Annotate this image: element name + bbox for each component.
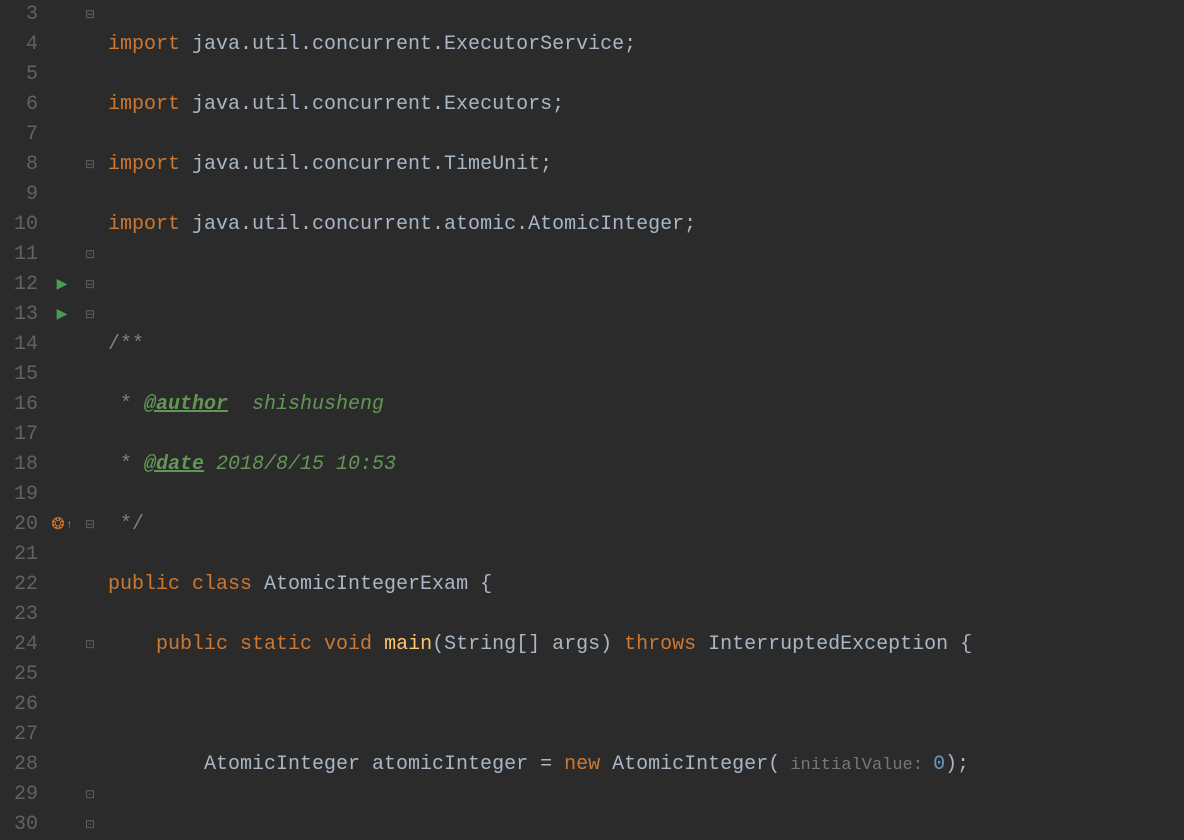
code-area[interactable]: import java.util.concurrent.ExecutorServ… (100, 0, 972, 840)
line-number: 21 (0, 540, 44, 570)
code-editor[interactable]: 3 4 5 6 7 8 9 10 11 12 13 14 15 16 17 18… (0, 0, 1184, 840)
fold-icon[interactable]: ⊡ (85, 240, 95, 270)
code-line[interactable] (108, 270, 972, 300)
fold-icon[interactable]: ⊟ (85, 270, 95, 300)
recursive-icon: ↑ (66, 510, 73, 540)
line-number: 28 (0, 750, 44, 780)
code-line[interactable]: /** (108, 330, 972, 360)
parameter-hint: initialValue: (780, 756, 933, 775)
run-icon[interactable]: ▶ (57, 270, 68, 300)
code-line[interactable]: import java.util.concurrent.atomic.Atomi… (108, 210, 972, 240)
line-number: 24 (0, 630, 44, 660)
line-number: 27 (0, 720, 44, 750)
fold-icon[interactable]: ⊡ (85, 810, 95, 840)
line-number: 18 (0, 450, 44, 480)
line-number: 20 (0, 510, 44, 540)
line-number: 23 (0, 600, 44, 630)
fold-icon[interactable]: ⊡ (85, 630, 95, 660)
line-number: 8 (0, 150, 44, 180)
code-line[interactable]: public class AtomicIntegerExam { (108, 570, 972, 600)
line-number: 16 (0, 390, 44, 420)
fold-icon[interactable]: ⊡ (85, 780, 95, 810)
line-number: 19 (0, 480, 44, 510)
line-number: 22 (0, 570, 44, 600)
code-line[interactable]: AtomicInteger atomicInteger = new Atomic… (108, 750, 972, 780)
line-number: 14 (0, 330, 44, 360)
fold-icon[interactable]: ⊟ (85, 0, 95, 30)
gutter-icons: ▶ ▶ ❂↑ (44, 0, 80, 840)
line-number: 26 (0, 690, 44, 720)
code-line[interactable]: import java.util.concurrent.TimeUnit; (108, 150, 972, 180)
line-number: 15 (0, 360, 44, 390)
line-number: 11 (0, 240, 44, 270)
line-number: 30 (0, 810, 44, 840)
code-line[interactable]: * @author shishusheng (108, 390, 972, 420)
code-line[interactable]: * @date 2018/8/15 10:53 (108, 450, 972, 480)
code-line[interactable] (108, 810, 972, 840)
line-number: 3 (0, 0, 44, 30)
line-number: 13 (0, 300, 44, 330)
lambda-icon[interactable]: ❂ (51, 510, 64, 540)
code-line[interactable]: public static void main(String[] args) t… (108, 630, 972, 660)
code-line[interactable]: */ (108, 510, 972, 540)
code-line[interactable] (108, 690, 972, 720)
fold-icon[interactable]: ⊟ (85, 300, 95, 330)
fold-icon[interactable]: ⊟ (85, 510, 95, 540)
line-number: 6 (0, 90, 44, 120)
code-line[interactable]: import java.util.concurrent.Executors; (108, 90, 972, 120)
line-number: 4 (0, 30, 44, 60)
line-number: 17 (0, 420, 44, 450)
run-icon[interactable]: ▶ (57, 300, 68, 330)
code-line[interactable]: import java.util.concurrent.ExecutorServ… (108, 30, 972, 60)
line-number: 7 (0, 120, 44, 150)
fold-gutter: ⊟ ⊟ ⊡ ⊟ ⊟ ⊟ ⊡ ⊡ ⊡ (80, 0, 100, 840)
line-number: 9 (0, 180, 44, 210)
line-number: 12 (0, 270, 44, 300)
line-number: 29 (0, 780, 44, 810)
line-gutter: 3 4 5 6 7 8 9 10 11 12 13 14 15 16 17 18… (0, 0, 44, 840)
line-number: 10 (0, 210, 44, 240)
fold-icon[interactable]: ⊟ (85, 150, 95, 180)
line-number: 25 (0, 660, 44, 690)
line-number: 5 (0, 60, 44, 90)
